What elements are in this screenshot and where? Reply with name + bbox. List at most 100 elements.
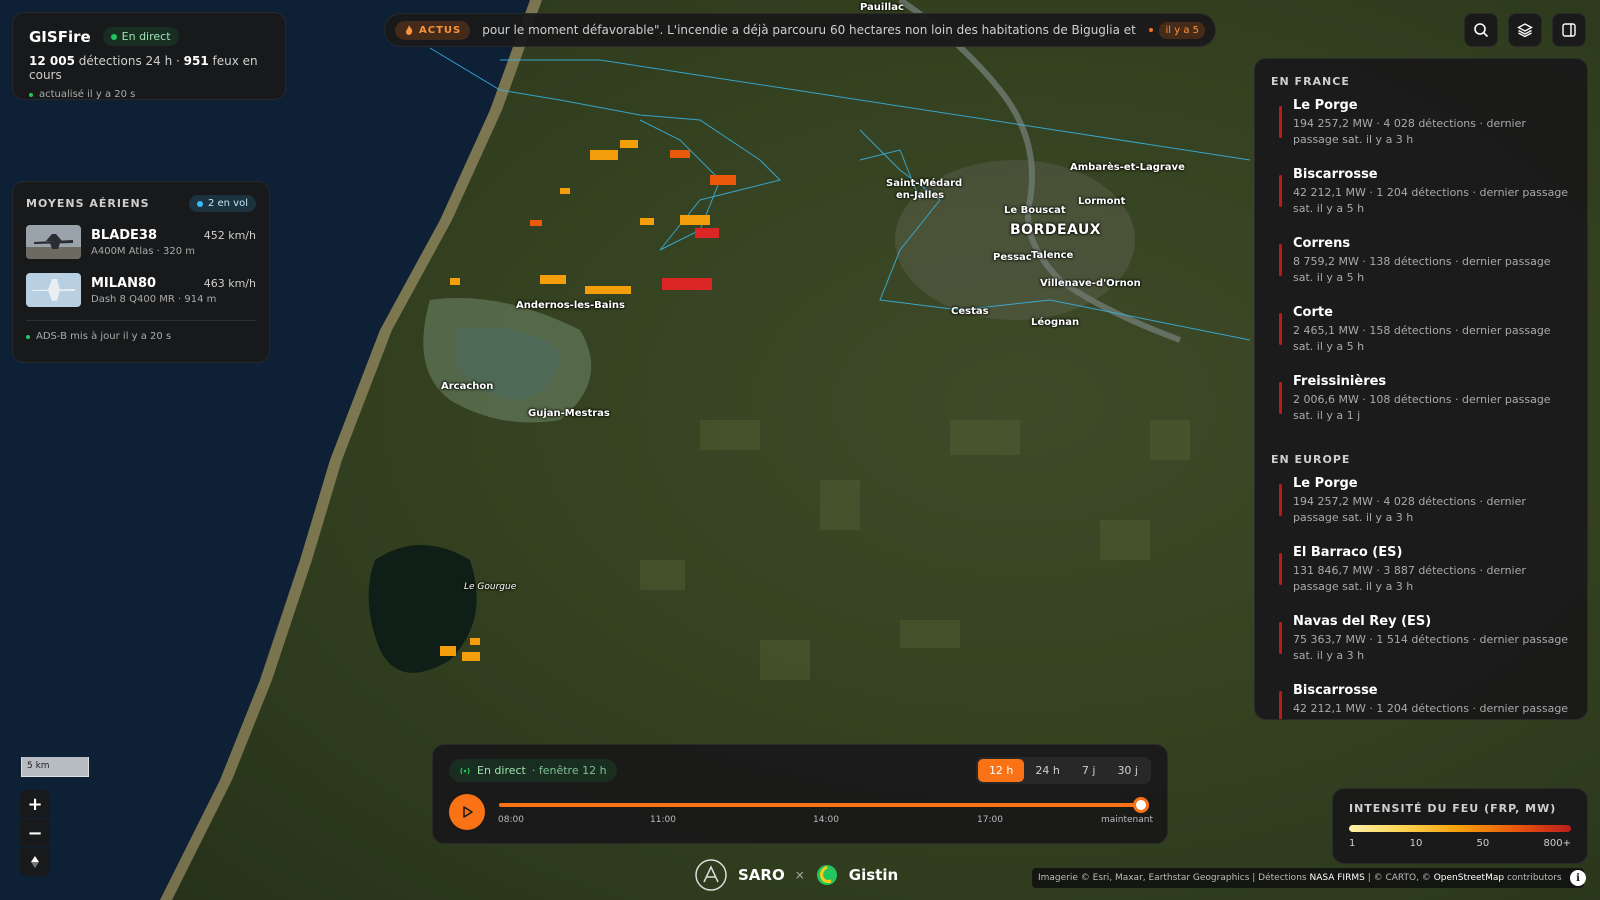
map-attribution: Imagerie © Esri, Maxar, Earthstar Geogra… (1032, 868, 1584, 888)
city-label: Villenave-d'Ornon (1040, 278, 1141, 289)
zoom-out-button[interactable]: − (20, 819, 50, 847)
detections-label: détections 24 h · (78, 54, 180, 68)
city-label: Le Bouscat (1004, 205, 1066, 216)
range-selector: 12 h 24 h 7 j 30 j (975, 757, 1151, 784)
range-option-12h[interactable]: 12 h (977, 759, 1025, 782)
intensity-bar (1279, 484, 1282, 516)
fire-item[interactable]: Freissinières 2 006,6 MW · 108 détections… (1271, 374, 1587, 443)
news-ticker[interactable]: ACTUS pour le moment défavorable". L'inc… (384, 13, 1216, 47)
fire-item[interactable]: Biscarrosse 42 212,1 MW · 1 204 détection… (1271, 167, 1587, 236)
fire-name: Navas del Rey (ES) (1293, 614, 1432, 629)
adsb-updated: ADS-B mis à jour il y a 20 s (36, 331, 172, 342)
fire-name: Corte (1293, 305, 1333, 320)
aircraft-item-milan80[interactable]: MILAN80 463 km/h Dash 8 Q400 MR · 914 m (26, 272, 256, 308)
summary-stats: 12 005 détections 24 h · 951 feux en cou… (29, 54, 269, 82)
city-label: Talence (1031, 250, 1074, 261)
app-title: GISFire (29, 27, 91, 46)
news-age: il y a 5 (1149, 21, 1205, 39)
timeline-tick: 11:00 (650, 815, 676, 825)
timeline-tick: 17:00 (977, 815, 1003, 825)
info-button[interactable]: i (1570, 870, 1586, 886)
attribution-mid: | © CARTO, © (1367, 873, 1431, 883)
intensity-bar (1279, 622, 1282, 654)
city-label: Léognan (1031, 317, 1080, 328)
city-label-bordeaux: BORDEAUX (1010, 222, 1102, 238)
city-label: Lormont (1078, 196, 1126, 207)
search-button[interactable] (1464, 13, 1498, 47)
intensity-bar (1279, 313, 1282, 345)
fire-item[interactable]: Le Porge 194 257,2 MW · 4 028 détections … (1271, 98, 1587, 167)
timeline-handle[interactable] (1133, 797, 1149, 813)
timeline-tick-now: maintenant (1100, 815, 1153, 825)
legend-label: 1 (1349, 838, 1356, 849)
timeline-progress (499, 803, 1141, 807)
aircraft-item-blade38[interactable]: BLADE38 452 km/h A400M Atlas · 320 m (26, 224, 256, 260)
fire-detail: 194 257,2 MW · 4 028 détections · dernie… (1293, 117, 1526, 146)
city-label: Pauillac (860, 2, 904, 13)
fire-name: El Barraco (ES) (1293, 545, 1403, 560)
fire-name: Le Porge (1293, 98, 1358, 113)
attribution-osm-link[interactable]: OpenStreetMap (1434, 873, 1504, 883)
updated-text: actualisé il y a 20 s (39, 89, 136, 100)
aircraft-type-altitude: A400M Atlas · 320 m (91, 245, 195, 257)
zoom-in-button[interactable]: + (20, 790, 50, 818)
play-button[interactable] (449, 794, 485, 830)
news-headline: pour le moment défavorable". L'incendie … (482, 23, 1138, 37)
intensity-bar (1279, 175, 1282, 207)
legend-label: 10 (1409, 838, 1423, 849)
attribution-prefix: Imagerie © Esri, Maxar, Earthstar Geogra… (1038, 873, 1307, 883)
fire-item[interactable]: Biscarrosse 42 212,1 MW · 1 204 détection… (1271, 683, 1587, 719)
fire-detail: 8 759,2 MW · 138 détections · dernier pa… (1293, 255, 1551, 284)
timeline-panel: En direct · fenêtre 12 h 12 h 24 h 7 j 3… (432, 744, 1168, 844)
detections-count: 12 005 (29, 54, 75, 68)
aircraft-panel-title: MOYENS AÉRIENS (26, 197, 150, 210)
timeline-live-badge: En direct · fenêtre 12 h (449, 759, 617, 782)
legend-title: INTENSITÉ DU FEU (FRP, MW) (1349, 802, 1557, 815)
fire-item[interactable]: El Barraco (ES) 131 846,7 MW · 3 887 déte… (1271, 545, 1587, 614)
range-option-24h[interactable]: 24 h (1024, 759, 1070, 782)
fire-item[interactable]: Navas del Rey (ES) 75 363,7 MW · 1 514 dé… (1271, 614, 1587, 683)
fire-name: Biscarrosse (1293, 683, 1378, 698)
live-label: En direct (121, 30, 171, 43)
timeline-tick: 08:00 (498, 815, 524, 825)
legend-label: 50 (1476, 838, 1490, 849)
fire-detail: 131 846,7 MW · 3 887 détections · dernie… (1293, 564, 1526, 593)
fire-list-panel: EN FRANCE Le Porge 194 257,2 MW · 4 028 d… (1254, 58, 1588, 720)
fire-detail: 2 465,1 MW · 158 détections · dernier pa… (1293, 324, 1551, 353)
aircraft-type-altitude: Dash 8 Q400 MR · 914 m (91, 293, 217, 305)
saro-logo-icon (695, 859, 727, 891)
fire-detail: 42 212,1 MW · 1 204 détections · dernier… (1293, 186, 1569, 215)
attribution-suffix: contributors (1506, 873, 1562, 883)
aircraft-callsign: MILAN80 (91, 275, 157, 291)
layers-icon (1517, 23, 1533, 38)
flame-icon (406, 25, 413, 35)
timeline-slider[interactable]: 08:00 11:00 14:00 17:00 maintenant (498, 797, 1153, 827)
legend-label: 800+ (1543, 838, 1571, 849)
fire-name: Le Porge (1293, 476, 1358, 491)
fire-name: Freissinières (1293, 374, 1387, 389)
intensity-bar (1279, 553, 1282, 585)
fire-item[interactable]: Corte 2 465,1 MW · 158 détections · derni… (1271, 305, 1587, 374)
brand-footer: SARO × Gistin (694, 858, 898, 892)
aircraft-callsign: BLADE38 (91, 227, 158, 243)
panel-toggle-icon (1562, 23, 1576, 37)
range-option-7d[interactable]: 7 j (1071, 759, 1107, 782)
minus-icon: − (27, 822, 43, 844)
aircraft-speed: 452 km/h (203, 228, 256, 242)
attribution-firms-link[interactable]: NASA FIRMS (1309, 873, 1364, 883)
brand-gistin: Gistin (848, 866, 899, 884)
city-label: en-Jalles (896, 190, 945, 201)
compass-button[interactable] (20, 848, 50, 876)
scale-bar: 5 km (21, 757, 89, 777)
layers-button[interactable] (1508, 13, 1542, 47)
city-label: Ambarès-et-Lagrave (1070, 162, 1185, 173)
city-label: Pessac (993, 252, 1032, 263)
timeline-window-label: · fenêtre 12 h (531, 764, 607, 777)
fire-item[interactable]: Correns 8 759,2 MW · 138 détections · der… (1271, 236, 1587, 305)
panel-toggle-button[interactable] (1552, 13, 1586, 47)
fire-item[interactable]: Le Porge 194 257,2 MW · 4 028 détections … (1271, 476, 1587, 545)
city-label: Cestas (951, 306, 989, 317)
range-option-30d[interactable]: 30 j (1106, 759, 1149, 782)
adsb-dot-icon (26, 334, 30, 339)
intensity-bar (1279, 382, 1282, 414)
